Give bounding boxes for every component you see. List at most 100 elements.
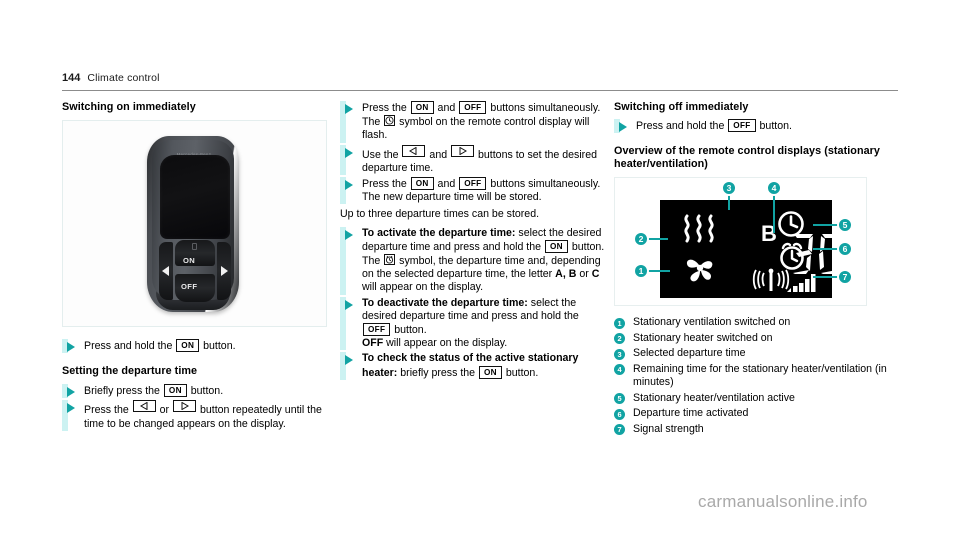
callout-1: 1 <box>633 263 649 280</box>
legend-text: Stationary heater switched on <box>633 331 773 344</box>
list-item: 7 Signal strength <box>614 423 898 436</box>
leader-line-6 <box>813 248 839 251</box>
text: Press the <box>84 404 129 417</box>
list-item: 1 Stationary ventilation switched on <box>614 316 898 329</box>
heat-waves-icon <box>684 214 714 243</box>
callout-3: 3 <box>721 180 737 197</box>
fan-icon <box>686 259 713 282</box>
key-right-arrow[interactable] <box>173 400 197 413</box>
legend-number: 6 <box>614 408 625 420</box>
section-title-setting-departure-time: Setting the departure time <box>62 365 198 378</box>
instruction-press-arrows-repeatedly: Press the or button repeatedly until the… <box>62 400 324 432</box>
text: button. <box>505 366 539 379</box>
text: or <box>579 268 589 281</box>
key-left-arrow[interactable] <box>132 400 156 413</box>
bullet-triangle-icon <box>67 342 75 352</box>
bullet-triangle-icon <box>345 147 353 158</box>
text: and <box>437 102 456 114</box>
legend-text: Stationary heater/ventilation active <box>633 391 795 404</box>
remote-screen <box>160 155 230 239</box>
text: will appear on the display. <box>386 337 508 350</box>
text: The new departure time will be stored. <box>362 191 542 204</box>
leader-line-7 <box>813 276 839 279</box>
callout-2: 2 <box>633 231 649 248</box>
text: button. <box>190 385 224 398</box>
key-off[interactable]: OFF <box>459 101 487 114</box>
text: Press and hold the <box>636 120 725 132</box>
leader-line-1 <box>646 270 670 273</box>
text: button. <box>394 324 427 337</box>
callout-6: 6 <box>837 241 853 258</box>
off-word: OFF <box>362 337 384 350</box>
list-item: 2 Stationary heater switched on <box>614 332 898 345</box>
clock-icon <box>778 211 804 238</box>
key-on[interactable]: ON <box>176 339 200 352</box>
instruction-press-on-off-simultaneously-2: Press the ON and OFF buttons simultaneou… <box>340 177 605 205</box>
key-icon <box>192 243 197 250</box>
callout-7: 7 <box>837 269 853 286</box>
text: Use the <box>362 148 399 161</box>
key-off[interactable]: OFF <box>459 177 487 191</box>
chapter-title: Climate control <box>87 72 160 84</box>
antenna-icon <box>752 268 790 292</box>
section-title-overview-displays: Overview of the remote control displays … <box>614 145 880 171</box>
text: button. <box>571 240 605 253</box>
legend-number: 1 <box>614 317 625 329</box>
right-column: Switching off immediately Press and hold… <box>614 101 898 439</box>
legend-text: Remaining time for the stationary heater… <box>633 362 887 389</box>
text: button. <box>203 340 236 352</box>
key-on[interactable]: ON <box>163 384 187 398</box>
leader-line-2 <box>646 238 668 241</box>
text: buttons simultaneously. <box>490 102 601 114</box>
left-column: Switching on immediately Mercedes-Benz O… <box>62 101 327 433</box>
text: The <box>362 255 381 268</box>
key-on[interactable]: ON <box>545 239 568 253</box>
text: and <box>437 178 456 191</box>
right-arrow-icon <box>221 266 228 276</box>
page-header: 144 Climate control <box>62 72 898 90</box>
key-off[interactable]: OFF <box>728 119 756 132</box>
letter-c: C <box>591 268 600 281</box>
left-arrow-icon <box>162 266 169 276</box>
key-on[interactable]: ON <box>410 101 434 114</box>
key-on[interactable]: ON <box>479 365 502 379</box>
text: buttons simultaneously. <box>490 178 601 191</box>
leader-line-5 <box>813 224 839 227</box>
instruction-briefly-press-on: Briefly press the ON button. <box>62 384 324 399</box>
right-arrow-icon <box>181 402 190 411</box>
key-on[interactable]: ON <box>410 177 434 191</box>
legend-number: 7 <box>614 424 625 436</box>
bullet-triangle-icon <box>67 403 75 414</box>
label-bold: To deactivate the departure time: <box>362 296 528 309</box>
legend-number: 4 <box>614 364 625 376</box>
section-title-switching-off: Switching off immediately <box>614 101 749 113</box>
instruction-press-hold-off: Press and hold the OFF button. <box>614 119 898 134</box>
list-item: 4 Remaining time for the stationary heate… <box>614 363 898 389</box>
header-divider <box>62 90 898 91</box>
section-title-switching-on: Switching on immediately <box>62 101 196 113</box>
note-three-departure-times: Up to three departure times can be store… <box>340 208 540 221</box>
label-bold: To activate the departure time: <box>362 226 516 239</box>
page-number: 144 <box>62 72 81 84</box>
instruction-deactivate-departure-time: To deactivate the departure time: select… <box>340 296 605 351</box>
left-arrow-icon <box>139 402 148 411</box>
legend-number: 2 <box>614 333 625 345</box>
key-off[interactable]: OFF <box>363 323 391 337</box>
text: button. <box>759 120 792 132</box>
letters-ab: A, B <box>555 268 577 281</box>
instruction-use-arrows-set-time: Use the and buttons to set the desired d… <box>340 144 605 176</box>
lcd-screen: B <box>660 200 841 299</box>
key-left-arrow[interactable] <box>402 144 426 157</box>
text: and <box>429 148 448 161</box>
bullet-triangle-icon <box>345 229 353 240</box>
bullet-triangle-icon <box>345 299 353 310</box>
key-right-arrow[interactable] <box>451 144 475 157</box>
bullet-triangle-icon <box>345 104 353 114</box>
text: Briefly press the <box>84 385 160 398</box>
bullet-triangle-icon <box>67 387 75 398</box>
legend-number: 3 <box>614 348 625 360</box>
bullet-triangle-icon <box>619 122 627 132</box>
list-item: 3 Selected departure time <box>614 347 898 360</box>
legend-text: Signal strength <box>633 422 704 435</box>
departure-time-symbol-icon <box>384 254 396 266</box>
